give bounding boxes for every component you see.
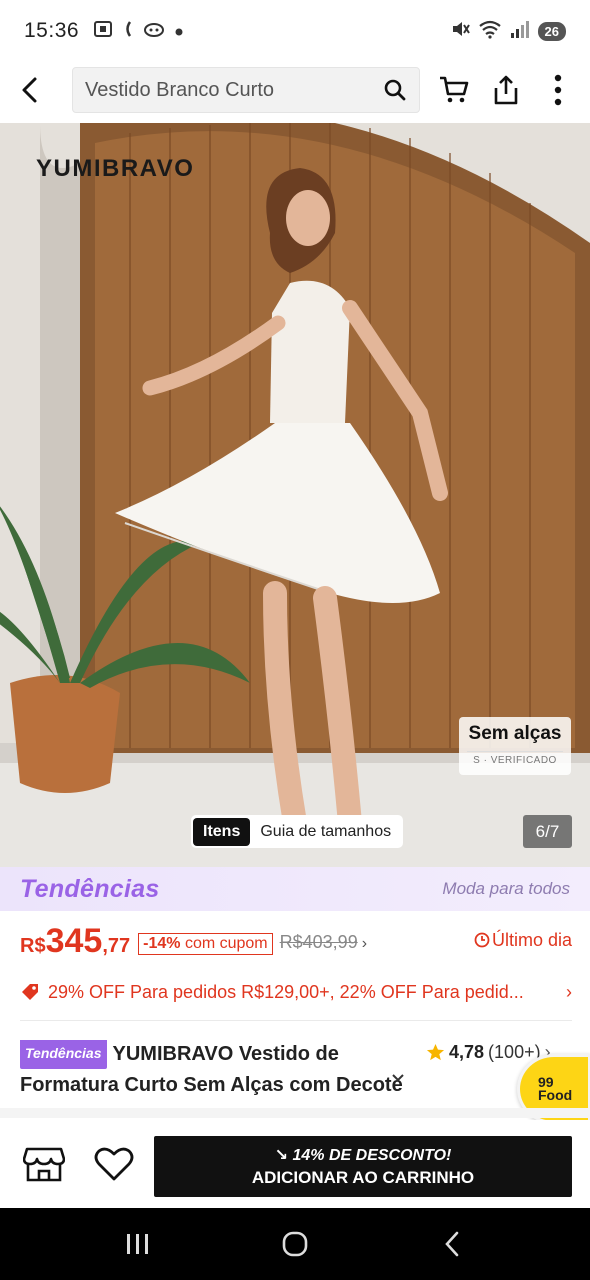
trend-banner[interactable]: Tendências Moda para todos: [0, 867, 590, 911]
trend-logo: Tendências: [20, 874, 160, 903]
price-cents: ,77: [102, 935, 131, 957]
search-input[interactable]: Vestido Branco Curto: [72, 67, 420, 113]
store-icon: [23, 1147, 65, 1182]
heart-icon: [94, 1147, 134, 1181]
feature-title: Sem alças: [468, 723, 562, 744]
feature-subtitle: S · VERIFICADO: [467, 751, 563, 766]
wifi-icon: [478, 19, 502, 44]
screenshot-icon: [93, 19, 113, 44]
star-icon: [426, 1043, 445, 1061]
cart-discount-text: ↘ 14% DE DESCONTO!: [275, 1145, 452, 1165]
title-text-1: YUMIBRAVO Vestido de: [112, 1043, 339, 1065]
back-button[interactable]: [0, 62, 60, 118]
divider: [20, 1020, 572, 1021]
recent-apps-icon: [127, 1234, 149, 1254]
chevron-down-icon: [392, 1074, 404, 1082]
rating-value: 4,78: [449, 1042, 485, 1062]
brand-watermark: YUMIBRAVO: [36, 155, 195, 182]
status-system-icons: 26: [450, 19, 566, 44]
add-to-cart-button[interactable]: ↘ 14% DE DESCONTO! ADICIONAR AO CARRINHO: [154, 1136, 572, 1197]
trend-pill: Tendências: [20, 1040, 107, 1069]
home-icon: [282, 1231, 308, 1257]
system-back-button[interactable]: [422, 1214, 482, 1274]
feature-badge: Sem alças S · VERIFICADO: [459, 717, 571, 775]
image-view-toggle: Itens Guia de tamanhos: [191, 815, 404, 848]
store-button[interactable]: [9, 1129, 79, 1199]
status-bar: 15:36 26: [0, 0, 590, 62]
more-vertical-icon: [554, 74, 562, 106]
product-image-carousel[interactable]: YUMIBRAVO Sem alças S · VERIFICADO Itens…: [0, 123, 590, 867]
status-time: 15:36: [24, 19, 80, 42]
price-main: 345: [45, 922, 103, 960]
trend-slogan: Moda para todos: [442, 879, 570, 898]
home-button[interactable]: [265, 1214, 325, 1274]
expand-title-button[interactable]: [391, 1070, 405, 1088]
section-separator: [0, 1108, 590, 1118]
chevron-right-icon[interactable]: ›: [362, 935, 367, 953]
price-tag-icon: [22, 984, 38, 1000]
search-icon[interactable]: [383, 78, 407, 102]
cart-icon: [440, 76, 469, 103]
price-row: R$ 345 ,77 -14% com cupom R$403,99 › Últ…: [20, 922, 572, 972]
clock-icon: [474, 932, 490, 948]
call-icon: [123, 19, 133, 44]
status-notification-icons: [93, 19, 183, 44]
old-price[interactable]: R$403,99: [280, 932, 358, 953]
battery-indicator: 26: [537, 21, 566, 41]
title-line-2: Formatura Curto Sem Alças com Decote: [20, 1074, 403, 1096]
top-header: Vestido Branco Curto: [0, 62, 590, 118]
signal-icon: [510, 19, 530, 44]
tab-items[interactable]: Itens: [193, 817, 251, 846]
chevron-right-icon: ›: [566, 981, 572, 1002]
cart-button[interactable]: [428, 62, 480, 118]
back-chevron-icon: [444, 1231, 458, 1257]
promo-text: 29% OFF Para pedidos R$129,00+, 22% OFF …: [48, 981, 524, 1002]
system-navigation-bar: [0, 1208, 590, 1280]
tab-size-guide[interactable]: Guia de tamanhos: [250, 818, 401, 846]
title-line-1: Tendências YUMIBRAVO Vestido de: [20, 1040, 420, 1071]
more-options-button[interactable]: [532, 62, 584, 118]
coupon-percent: -14%: [143, 935, 181, 952]
more-notifications-dot-icon: [175, 21, 183, 41]
mute-icon: [450, 19, 470, 44]
food-badge-line-2: Food: [538, 1087, 573, 1103]
share-button[interactable]: [480, 62, 532, 118]
coupon-text: com cupom: [184, 935, 268, 952]
app-notification-icon: [143, 19, 165, 44]
trend-down-icon: ↘: [274, 1147, 289, 1164]
share-icon: [494, 75, 518, 105]
recent-apps-button[interactable]: [108, 1214, 168, 1274]
cart-button-label: ADICIONAR AO CARRINHO: [251, 1168, 475, 1187]
promo-row[interactable]: 29% OFF Para pedidos R$129,00+, 22% OFF …: [20, 976, 572, 1008]
search-query-text: Vestido Branco Curto: [85, 78, 274, 101]
bottom-action-bar: ↘ 14% DE DESCONTO! ADICIONAR AO CARRINHO: [0, 1120, 590, 1208]
back-arrow-icon: [22, 77, 37, 103]
coupon-tag[interactable]: -14% com cupom: [138, 933, 273, 955]
price-currency: R$: [20, 935, 46, 957]
last-day-label: Último dia: [474, 930, 572, 951]
image-counter: 6/7: [523, 815, 572, 848]
product-title[interactable]: Tendências YUMIBRAVO Vestido de Formatura…: [20, 1040, 420, 1102]
last-day-text: Último dia: [491, 929, 572, 950]
cart-discount-label: 14% DE DESCONTO!: [292, 1147, 452, 1164]
wishlist-button[interactable]: [79, 1129, 149, 1199]
